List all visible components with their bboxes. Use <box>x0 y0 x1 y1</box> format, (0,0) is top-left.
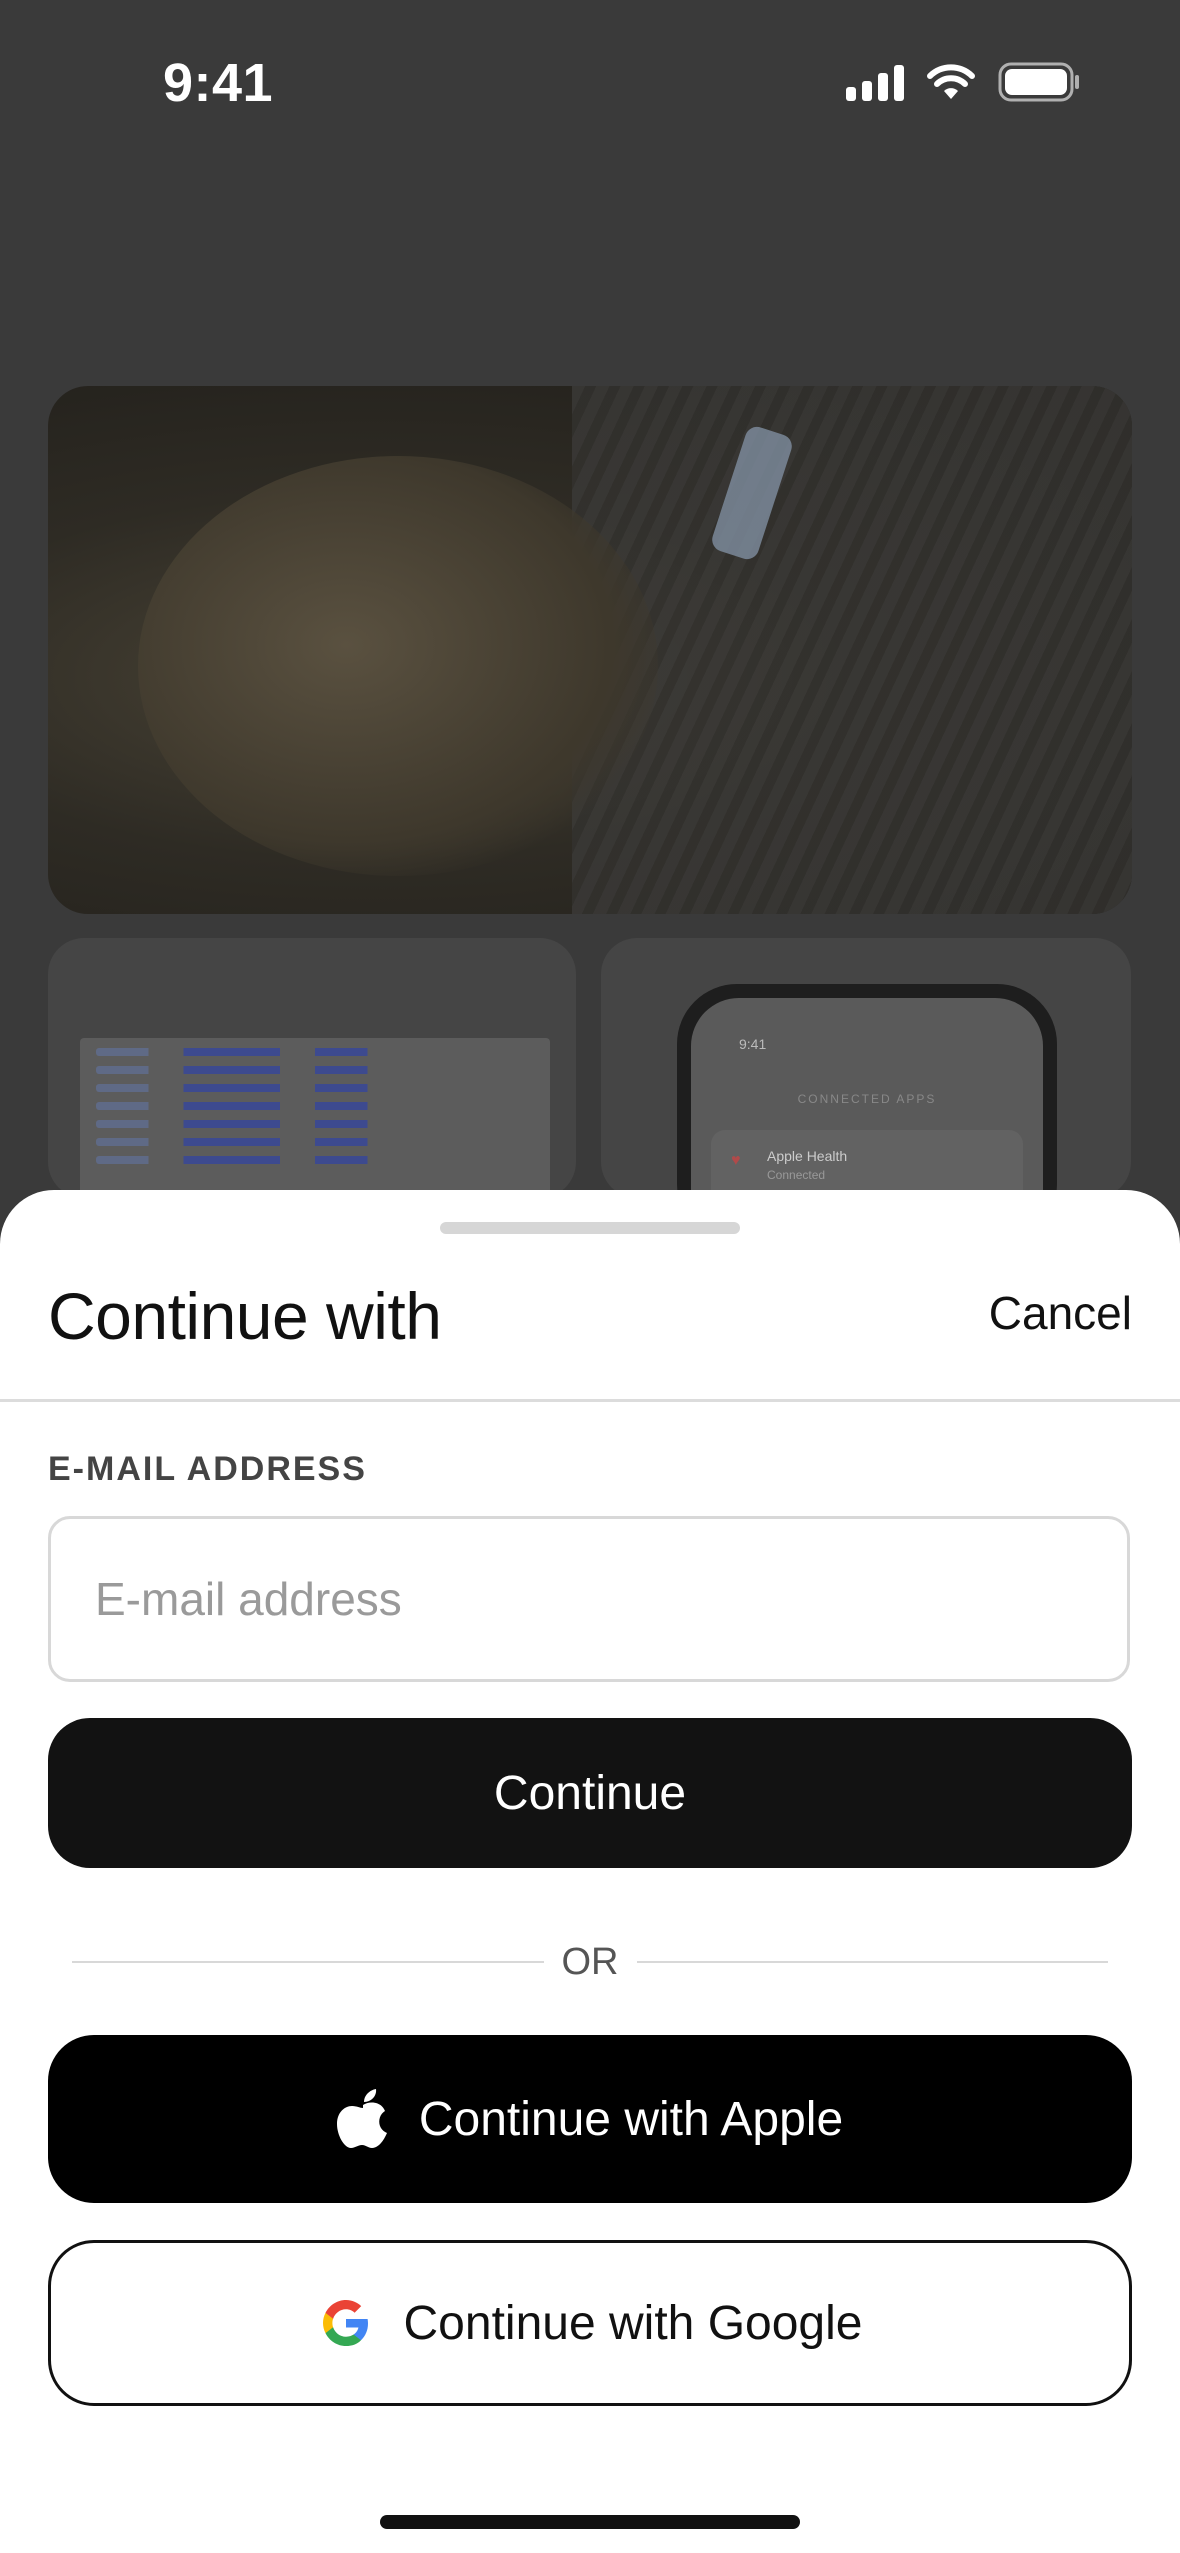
sheet-title: Continue with <box>48 1279 442 1353</box>
hero-photo <box>48 386 1132 914</box>
phone-preview-item: ♥ Apple Health Connected <box>711 1130 1023 1198</box>
continue-button[interactable]: Continue <box>48 1718 1132 1868</box>
battery-icon <box>998 62 1079 102</box>
sign-in-sheet: Continue with Cancel E-MAIL ADDRESS Cont… <box>0 1190 1180 2553</box>
cellular-signal-icon <box>846 63 904 101</box>
email-input[interactable] <box>48 1516 1130 1682</box>
apple-button-label: Continue with Apple <box>418 2092 844 2146</box>
feature-card-connected-apps: 9:41 CONNECTED APPS ♥ Apple Health Conne… <box>601 938 1131 1198</box>
apple-icon <box>336 2089 387 2148</box>
home-indicator <box>380 2515 800 2529</box>
continue-button-label: Continue <box>493 1766 687 1820</box>
or-line-right <box>636 1961 1108 1963</box>
phone-preview: 9:41 CONNECTED APPS ♥ Apple Health Conne… <box>677 984 1057 1198</box>
heart-icon: ♥ <box>731 1152 741 1169</box>
status-icons <box>846 62 1080 102</box>
or-text: OR <box>561 1940 619 1983</box>
schedule-preview <box>80 1038 550 1198</box>
status-time: 9:41 <box>163 53 274 113</box>
or-line-left <box>72 1961 544 1963</box>
phone-preview-time: 9:41 <box>739 1036 767 1052</box>
phone-preview-item-status: Connected <box>767 1168 826 1182</box>
feature-card-schedule <box>48 938 576 1198</box>
photo-person <box>138 456 658 876</box>
google-button-label: Continue with Google <box>403 2296 863 2350</box>
continue-with-apple-button[interactable]: Continue with Apple <box>48 2035 1132 2203</box>
sheet-grabber[interactable] <box>440 1222 740 1234</box>
or-divider: OR <box>72 1932 1108 1992</box>
status-bar: 9:41 <box>0 0 1180 170</box>
phone-preview-header: CONNECTED APPS <box>797 1092 937 1106</box>
google-icon <box>322 2300 368 2346</box>
email-label: E-MAIL ADDRESS <box>48 1450 367 1488</box>
sheet-divider <box>0 1399 1180 1402</box>
cancel-button[interactable]: Cancel <box>989 1286 1132 1340</box>
phone-preview-item-name: Apple Health <box>767 1148 848 1164</box>
continue-with-google-button[interactable]: Continue with Google <box>48 2240 1132 2406</box>
wifi-icon <box>927 64 975 99</box>
